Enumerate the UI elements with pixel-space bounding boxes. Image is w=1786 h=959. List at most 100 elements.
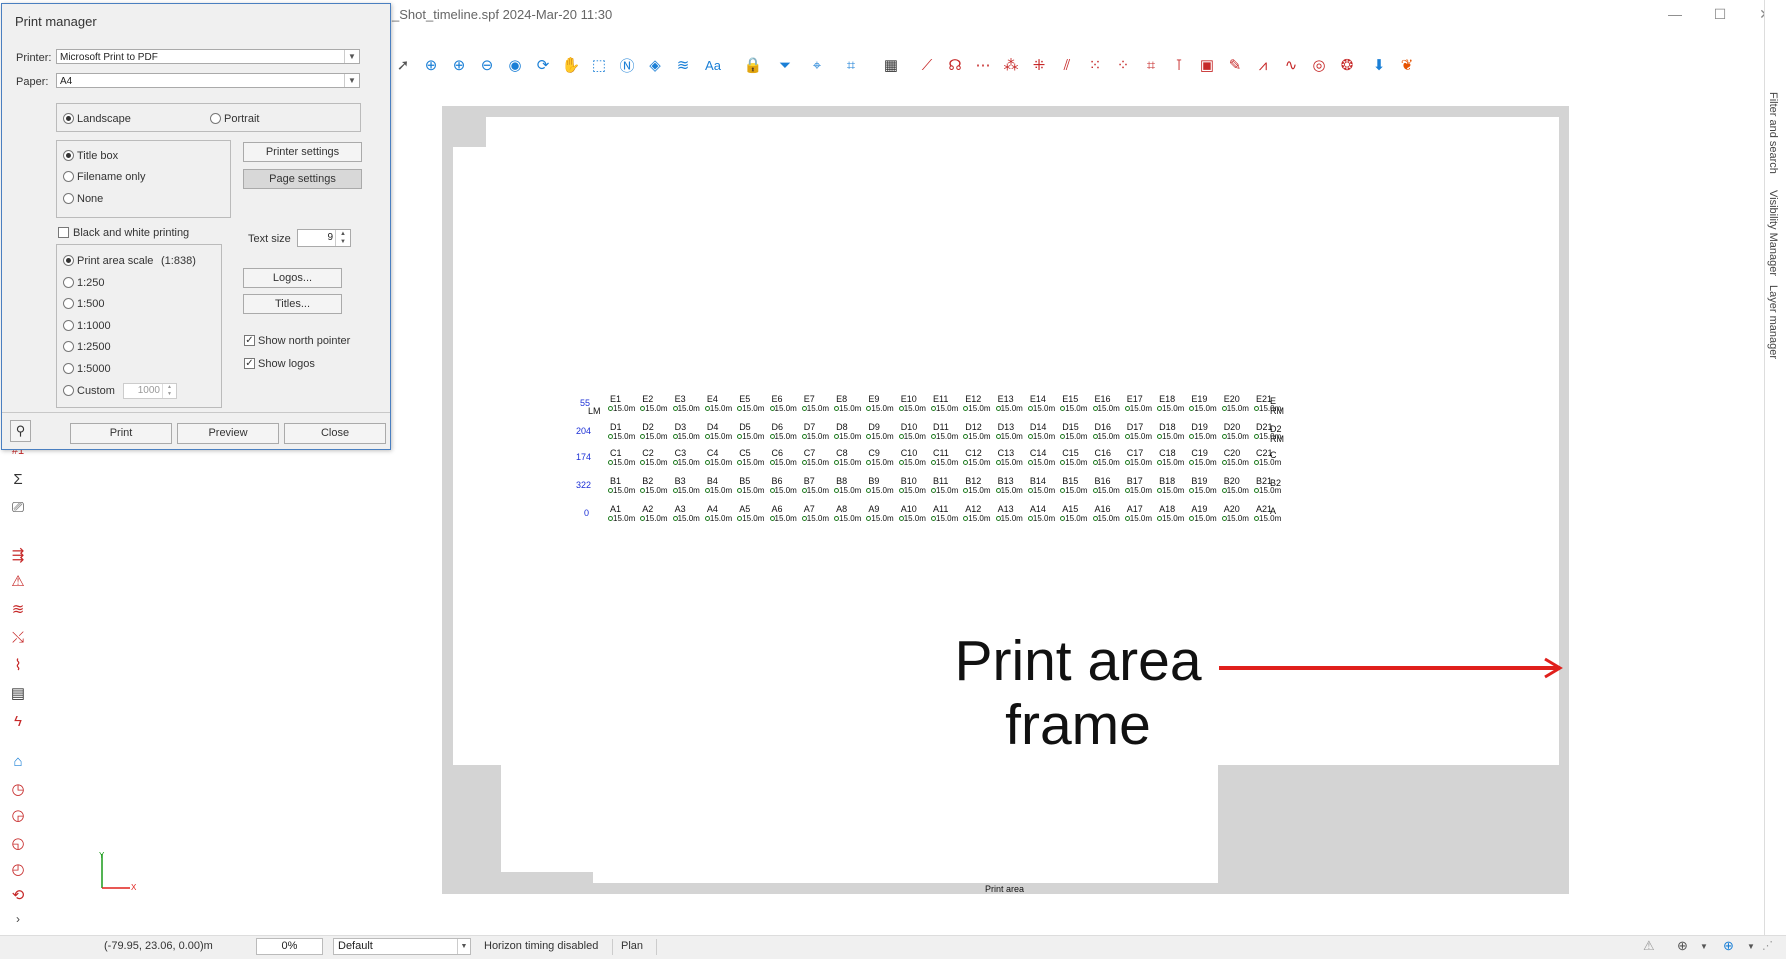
scale-500-radio[interactable]: [63, 298, 74, 309]
timer-icon[interactable]: ◷: [6, 778, 30, 800]
l1-icon[interactable]: ⌂: [6, 750, 30, 772]
north-view-icon[interactable]: Ⓝ: [616, 54, 638, 76]
timer-wave-icon[interactable]: ◵: [6, 832, 30, 854]
laser-icon[interactable]: ⇶: [6, 544, 30, 566]
export-icon[interactable]: ⬇: [1368, 54, 1390, 76]
grid-holes-icon[interactable]: ⁙: [1084, 54, 1106, 76]
charge-icon[interactable]: ⊺: [1168, 54, 1190, 76]
fan-icon[interactable]: ⫽: [1056, 54, 1078, 76]
box-icon[interactable]: ▣: [1196, 54, 1218, 76]
portrait-radio[interactable]: [210, 113, 221, 124]
titles-button[interactable]: Titles...: [243, 294, 342, 314]
page-settings-button[interactable]: Page settings: [243, 169, 362, 189]
chevron-down-icon: ▼: [344, 74, 359, 87]
snap-mode-icon[interactable]: ⊕: [1723, 938, 1734, 954]
select-arrow-icon[interactable]: ➚: [392, 54, 414, 76]
3d-view-icon[interactable]: ◈: [644, 54, 666, 76]
print-button[interactable]: Print: [70, 423, 172, 444]
layers-icon[interactable]: ≋: [672, 54, 694, 76]
right-panel-tabs: Filter and search Visibility Manager Lay…: [1764, 0, 1786, 935]
snap-icon[interactable]: ⌖: [806, 54, 828, 76]
wave-icon[interactable]: ∿: [1280, 54, 1302, 76]
hole-tool-icon[interactable]: ☊: [944, 54, 966, 76]
chart-icon[interactable]: ⩘: [1252, 54, 1274, 76]
tab-layer-manager[interactable]: Layer manager: [1767, 285, 1779, 359]
zoom-fit-icon[interactable]: ⊕: [420, 54, 442, 76]
dialog-divider: [2, 412, 390, 413]
paper-select[interactable]: A4 ▼: [56, 73, 360, 88]
text-style-icon[interactable]: Aa: [702, 54, 724, 76]
close-button[interactable]: Close: [284, 423, 386, 444]
printer-select[interactable]: Microsoft Print to PDF ▼: [56, 49, 360, 64]
target-icon[interactable]: ◎: [1308, 54, 1330, 76]
zoom-select-icon[interactable]: ⬚: [588, 54, 610, 76]
zoom-out-icon[interactable]: ⊖: [476, 54, 498, 76]
none-radio[interactable]: [63, 193, 74, 204]
print-area-white: [501, 765, 1218, 872]
table-icon[interactable]: ▦: [880, 54, 902, 76]
bw-printing-checkbox[interactable]: [58, 227, 69, 238]
title-box-radio[interactable]: [63, 150, 74, 161]
scale-2500-radio[interactable]: [63, 341, 74, 352]
pin-icon[interactable]: ⚲: [10, 420, 31, 442]
landscape-radio[interactable]: [63, 113, 74, 124]
frame-icon[interactable]: ⌗: [1140, 54, 1162, 76]
circle-pattern-icon[interactable]: ❂: [1336, 54, 1358, 76]
print-area-white: [593, 872, 1218, 883]
hole-row-icon[interactable]: ⋯: [972, 54, 994, 76]
tab-visibility-manager[interactable]: Visibility Manager: [1767, 190, 1779, 276]
custom-scale-radio[interactable]: [63, 385, 74, 396]
zoom-window-icon[interactable]: ◉: [504, 54, 526, 76]
filename-only-radio[interactable]: [63, 171, 74, 182]
chevron-down-icon[interactable]: ▼: [1747, 942, 1755, 951]
waveform-icon[interactable]: ⌇: [6, 654, 30, 676]
expand-chevron-icon[interactable]: ›: [6, 908, 30, 930]
pencil-icon[interactable]: ✎: [1224, 54, 1246, 76]
explosive-icon[interactable]: ❦: [1396, 54, 1418, 76]
fuse-icon[interactable]: ϟ: [6, 710, 30, 732]
spinner-arrows-icon[interactable]: ▲ ▼: [162, 384, 176, 398]
timer-minus-icon[interactable]: ◴: [6, 858, 30, 880]
stack-icon[interactable]: ≋: [6, 598, 30, 620]
show-north-checkbox[interactable]: ✓: [244, 335, 255, 346]
scale-250-label: 1:250: [77, 277, 105, 289]
rotate-icon[interactable]: ⟳: [532, 54, 554, 76]
layer-select[interactable]: Default ▼: [333, 938, 471, 955]
printer-settings-button[interactable]: Printer settings: [243, 142, 362, 162]
none-label: None: [77, 193, 104, 205]
print-area-scale-radio[interactable]: [63, 255, 74, 266]
logos-button[interactable]: Logos...: [243, 268, 342, 288]
calculator-icon[interactable]: ▤: [6, 682, 30, 704]
crossing-icon[interactable]: ⤯: [6, 626, 30, 648]
pan-hand-icon[interactable]: ✋: [560, 54, 582, 76]
text-size-input[interactable]: 9 ▲ ▼: [297, 229, 351, 247]
zoom-in-icon[interactable]: ⊕: [448, 54, 470, 76]
lock-icon[interactable]: 🔒: [742, 54, 764, 76]
monitor-icon[interactable]: ⎚: [6, 496, 30, 518]
minimize-button[interactable]: —: [1665, 5, 1685, 23]
chevron-down-icon[interactable]: ▼: [1700, 942, 1708, 951]
pattern-edit-icon[interactable]: ⁜: [1028, 54, 1050, 76]
show-logos-checkbox[interactable]: ✓: [244, 358, 255, 369]
scale-1000-radio[interactable]: [63, 320, 74, 331]
timer-swap-icon[interactable]: ⟲: [6, 884, 30, 906]
maximize-button[interactable]: ☐: [1710, 5, 1730, 23]
globe-icon[interactable]: ⊕: [1677, 938, 1688, 954]
sigma-icon[interactable]: Σ: [6, 468, 30, 490]
warning-triangle-icon[interactable]: ⚠: [6, 570, 30, 592]
annotation-line2: frame: [1005, 693, 1151, 757]
tab-filter-search[interactable]: Filter and search: [1767, 92, 1779, 174]
scale-250-radio[interactable]: [63, 277, 74, 288]
scale-5000-radio[interactable]: [63, 363, 74, 374]
grid-snap-icon[interactable]: ⌗: [840, 54, 862, 76]
preview-button[interactable]: Preview: [177, 423, 279, 444]
delete-holes-icon[interactable]: ⁘: [1112, 54, 1134, 76]
filter-icon[interactable]: ⏷: [774, 54, 796, 76]
warning-icon[interactable]: ⚠: [1643, 938, 1655, 954]
pattern-icon[interactable]: ⁂: [1000, 54, 1022, 76]
spinner-arrows-icon[interactable]: ▲ ▼: [335, 230, 350, 246]
scale-500-label: 1:500: [77, 298, 105, 310]
custom-scale-input[interactable]: 1000 ▲ ▼: [123, 383, 177, 399]
measure-icon[interactable]: ⟋: [916, 54, 938, 76]
timer-multi-icon[interactable]: ◶: [6, 804, 30, 826]
